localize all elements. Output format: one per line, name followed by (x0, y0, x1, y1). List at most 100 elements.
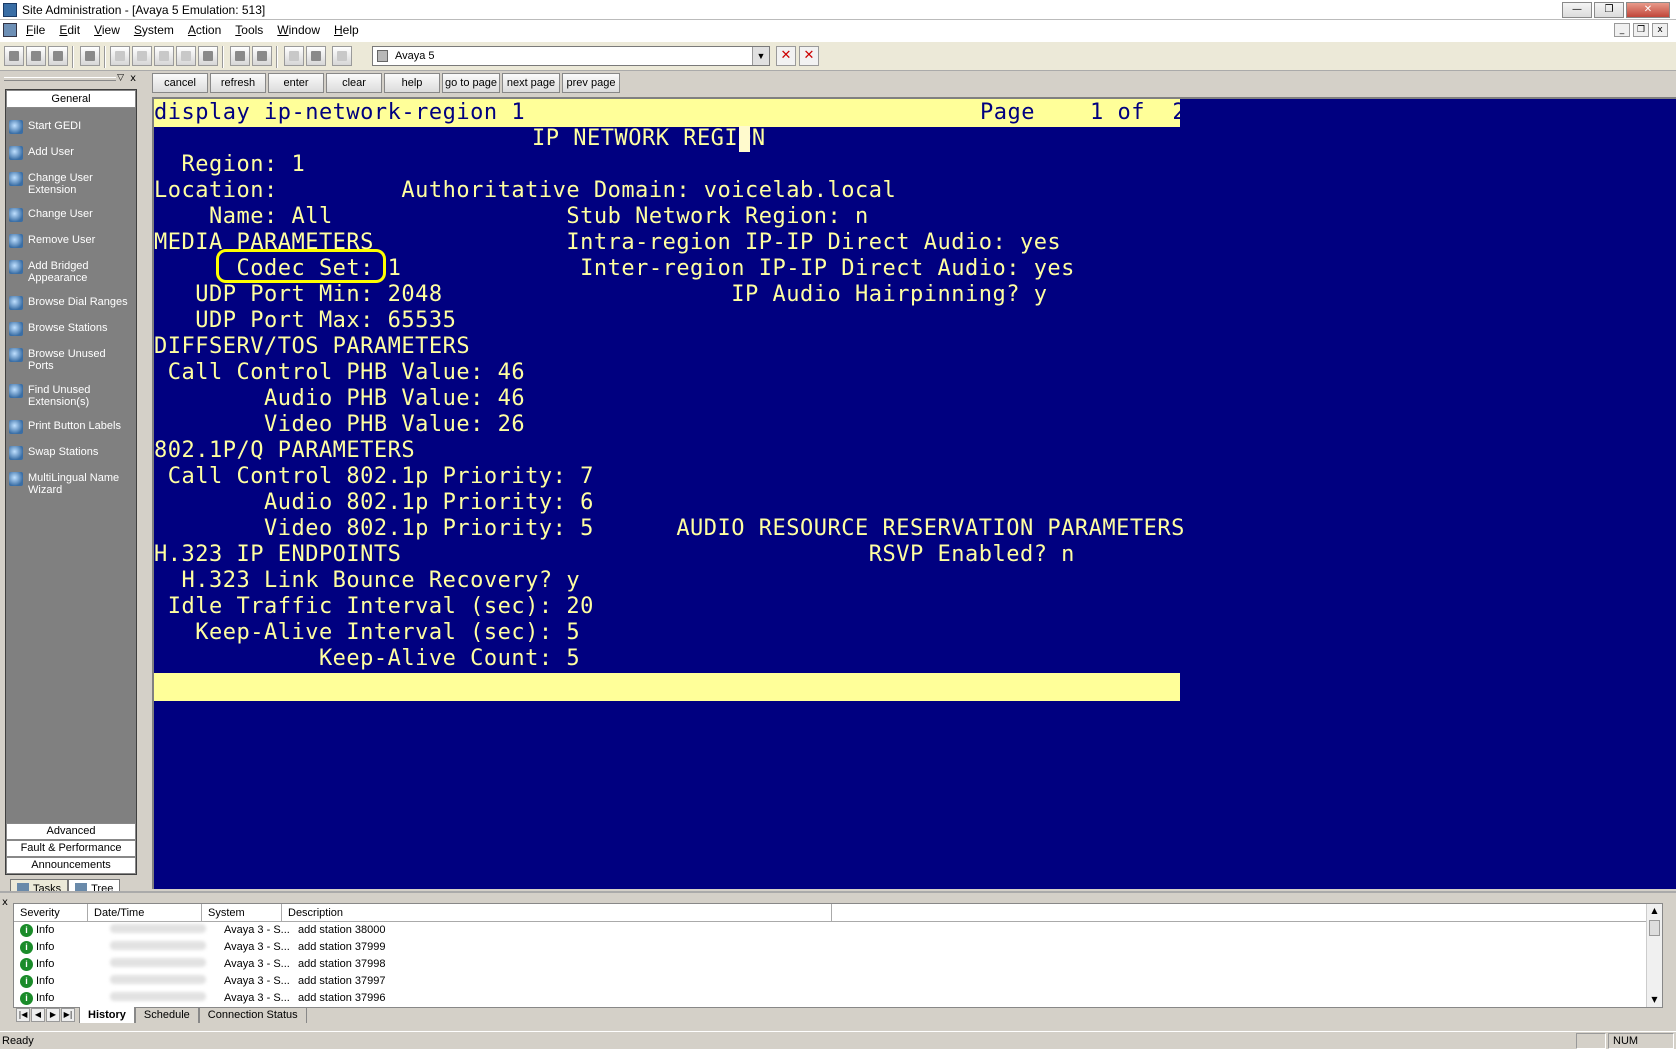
field-udp-port-max[interactable]: UDP Port Max: 65535 (154, 307, 456, 335)
close-icon[interactable]: x (130, 73, 136, 84)
task-remove-user[interactable]: Remove User (6, 234, 136, 248)
tab-history[interactable]: History (79, 1007, 135, 1023)
disconnect-all-icon[interactable]: ✕ (799, 46, 819, 66)
field-audio-priority[interactable]: Audio 802.1p Priority: 6 (154, 489, 594, 517)
task-browse-stations[interactable]: Browse Stations (6, 322, 136, 336)
next-page-button[interactable]: next page (502, 73, 560, 93)
scroll-thumb[interactable] (1649, 920, 1660, 936)
table-row[interactable]: i Info Avaya 3 - S... add station 37996 (14, 990, 1662, 1007)
save-icon[interactable] (48, 46, 68, 66)
field-audio-phb[interactable]: Audio PHB Value: 46 (154, 385, 525, 413)
maximize-button[interactable]: ❐ (1594, 2, 1624, 18)
field-h323-rsvp[interactable]: H.323 IP ENDPOINTS RSVP Enabled? n (154, 541, 1075, 569)
cancel-button[interactable]: cancel (152, 73, 208, 93)
table-row[interactable]: i Info Avaya 3 - S... add station 37997 (14, 973, 1662, 990)
field-idle-traffic-interval[interactable]: Idle Traffic Interval (sec): 20 (154, 593, 594, 621)
field-call-control-phb[interactable]: Call Control PHB Value: 46 (154, 359, 525, 387)
cut-icon[interactable] (110, 46, 130, 66)
task-swap-stations[interactable]: Swap Stations (6, 446, 136, 460)
paste-icon[interactable] (154, 46, 174, 66)
task-find-unused-extensions[interactable]: Find Unused Extension(s) (6, 384, 136, 408)
task-multilingual-name-wizard[interactable]: MultiLingual Name Wizard (6, 472, 136, 496)
menu-file[interactable]: File (26, 23, 45, 37)
menu-view[interactable]: View (94, 23, 120, 37)
task-print-button-labels[interactable]: Print Button Labels (6, 420, 136, 434)
menu-help[interactable]: Help (334, 23, 359, 37)
table-row[interactable]: i Info Avaya 3 - S... add station 38000 (14, 922, 1662, 939)
field-keep-alive-interval[interactable]: Keep-Alive Interval (sec): 5 (154, 619, 580, 647)
column-description[interactable]: Description (282, 904, 832, 921)
menu-system[interactable]: System (134, 23, 174, 37)
doc-minimize-button[interactable]: _ (1614, 23, 1630, 37)
log-scrollbar[interactable]: ▲ ▼ (1646, 904, 1662, 1007)
field-name[interactable]: Name: All Stub Network Region: n (154, 203, 869, 231)
clear-button[interactable]: clear (326, 73, 382, 93)
prev-page-button[interactable]: prev page (562, 73, 620, 93)
task-browse-unused-ports[interactable]: Browse Unused Ports (6, 348, 136, 372)
terminal-screen[interactable]: display ip-network-region 1 Page 1 of 20… (152, 97, 1676, 889)
section-fault-performance[interactable]: Fault & Performance (6, 840, 136, 857)
minimize-button[interactable]: — (1562, 2, 1592, 18)
column-severity[interactable]: Severity (14, 904, 88, 921)
print-preview-icon[interactable] (284, 46, 304, 66)
field-video-priority[interactable]: Video 802.1p Priority: 5 AUDIO RESOURCE … (154, 515, 1185, 543)
properties-icon[interactable] (198, 46, 218, 66)
field-udp-port-min[interactable]: UDP Port Min: 2048 IP Audio Hairpinning?… (154, 281, 1047, 309)
scroll-up-icon[interactable]: ▲ (1647, 904, 1662, 918)
task-pane-icon[interactable] (230, 46, 250, 66)
section-announcements[interactable]: Announcements (6, 857, 136, 874)
document-icon[interactable] (3, 23, 17, 37)
delete-icon[interactable] (176, 46, 196, 66)
next-tab-icon[interactable]: ▶ (46, 1008, 60, 1022)
disconnect-icon[interactable]: ✕ (776, 46, 796, 66)
print-icon[interactable] (306, 46, 326, 66)
field-region[interactable]: Region: 1 (154, 151, 305, 179)
prev-tab-icon[interactable]: ◀ (31, 1008, 45, 1022)
list-view-icon[interactable] (252, 46, 272, 66)
close-icon[interactable]: x (2, 897, 8, 908)
column-system[interactable]: System (202, 904, 282, 921)
tab-connection-status[interactable]: Connection Status (198, 1007, 307, 1023)
table-row[interactable]: i Info Avaya 3 - S... add station 37998 (14, 956, 1662, 973)
refresh-button[interactable]: refresh (210, 73, 266, 93)
task-change-user[interactable]: Change User (6, 208, 136, 222)
task-browse-dial-ranges[interactable]: Browse Dial Ranges (6, 296, 136, 310)
doc-restore-button[interactable]: ❐ (1633, 23, 1649, 37)
last-tab-icon[interactable]: ▶| (61, 1008, 75, 1022)
windows-icon[interactable] (80, 46, 100, 66)
first-tab-icon[interactable]: |◀ (16, 1008, 30, 1022)
column-date-time[interactable]: Date/Time (88, 904, 202, 921)
tab-schedule[interactable]: Schedule (134, 1007, 199, 1023)
field-call-control-priority[interactable]: Call Control 802.1p Priority: 7 (154, 463, 594, 491)
open-icon[interactable] (26, 46, 46, 66)
section-general[interactable]: General (6, 90, 136, 108)
task-add-bridged-appearance[interactable]: Add Bridged Appearance (6, 260, 136, 284)
help-button[interactable]: help (384, 73, 440, 93)
field-location[interactable]: Location: Authoritative Domain: voicelab… (154, 177, 896, 205)
doc-close-button[interactable]: x (1652, 23, 1668, 37)
menu-action[interactable]: Action (188, 23, 221, 37)
menu-window[interactable]: Window (277, 23, 320, 37)
field-keep-alive-count[interactable]: Keep-Alive Count: 5 (154, 645, 580, 673)
close-button[interactable]: ✕ (1626, 2, 1670, 18)
pin-icon[interactable]: ▽ (117, 73, 124, 83)
menu-tools[interactable]: Tools (235, 23, 263, 37)
table-row[interactable]: i Info Avaya 3 - S... add station 37999 (14, 939, 1662, 956)
menu-edit[interactable]: Edit (59, 23, 80, 37)
enter-button[interactable]: enter (268, 73, 324, 93)
system-select[interactable]: Avaya 5 ▼ (372, 46, 770, 66)
export-icon[interactable] (332, 46, 352, 66)
task-add-user[interactable]: Add User (6, 146, 136, 160)
go-to-page-button[interactable]: go to page (442, 73, 500, 93)
section-advanced[interactable]: Advanced (6, 823, 136, 840)
task-change-user-extension[interactable]: Change User Extension (6, 172, 136, 196)
scroll-down-icon[interactable]: ▼ (1647, 993, 1662, 1007)
copy-icon[interactable] (132, 46, 152, 66)
panel-grip[interactable] (4, 77, 116, 81)
field-link-bounce-recovery[interactable]: H.323 Link Bounce Recovery? y (154, 567, 580, 595)
task-start-gedi[interactable]: Start GEDI (6, 120, 136, 134)
field-video-phb[interactable]: Video PHB Value: 26 (154, 411, 525, 439)
dial-ranges-icon (9, 296, 23, 310)
new-icon[interactable] (4, 46, 24, 66)
chevron-down-icon[interactable]: ▼ (752, 47, 769, 65)
